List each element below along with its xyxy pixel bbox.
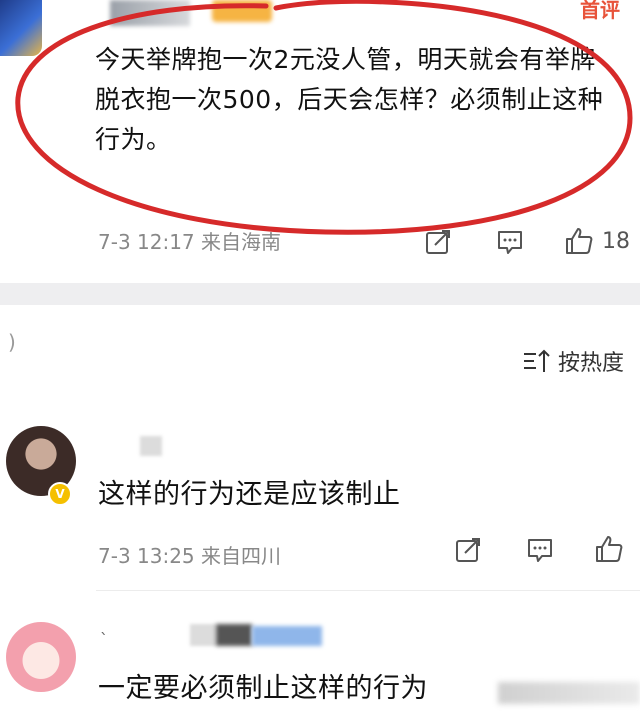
post-text: 今天举牌抱一次2元没人管，明天就会有举牌脱衣抱一次500，后天会怎样？必须制止这… <box>95 45 604 154</box>
thumbs-up-icon <box>566 228 593 254</box>
repost-button[interactable] <box>424 228 452 256</box>
sort-by-popularity-button[interactable]: 按热度 <box>522 345 624 377</box>
comment-avatar[interactable] <box>6 622 76 692</box>
like-button[interactable]: 18 <box>564 226 630 256</box>
comment-meta: 7-3 13:25 来自四川 <box>98 544 282 568</box>
collapse-indicator: ) <box>8 330 16 354</box>
comment-author-redacted[interactable] <box>190 624 216 646</box>
like-button[interactable] <box>594 534 624 564</box>
like-count: 18 <box>602 228 630 254</box>
verified-badge-icon: V <box>48 482 72 506</box>
post-author-avatar[interactable] <box>0 0 42 56</box>
comment-icon <box>498 231 522 254</box>
thumbs-up-icon <box>596 536 623 562</box>
post-meta: 7-3 12:17 来自海南 <box>98 230 282 254</box>
post-author-badge-redacted <box>212 0 272 22</box>
watermark-redacted <box>498 682 640 704</box>
comment-button[interactable] <box>526 536 554 564</box>
section-divider <box>0 283 640 305</box>
sort-icon <box>524 349 550 372</box>
first-comment-badge: 首评 <box>580 0 620 22</box>
comment-author-redacted[interactable] <box>252 626 322 646</box>
sort-label: 按热度 <box>558 351 625 376</box>
comment-author-mark: ` <box>100 630 108 649</box>
repost-button[interactable] <box>454 536 482 564</box>
comment-button[interactable] <box>496 228 524 256</box>
comment-text: 一定要必须制止这样的行为 <box>98 673 428 704</box>
comment-icon <box>528 539 552 562</box>
comment-author-redacted[interactable] <box>216 624 252 646</box>
repost-icon <box>456 538 480 562</box>
comment-divider <box>96 590 640 591</box>
comment-text: 这样的行为还是应该制止 <box>98 479 401 510</box>
post-author-name-redacted[interactable] <box>110 0 190 26</box>
repost-icon <box>426 230 450 254</box>
comment-author-redacted[interactable] <box>140 436 162 456</box>
